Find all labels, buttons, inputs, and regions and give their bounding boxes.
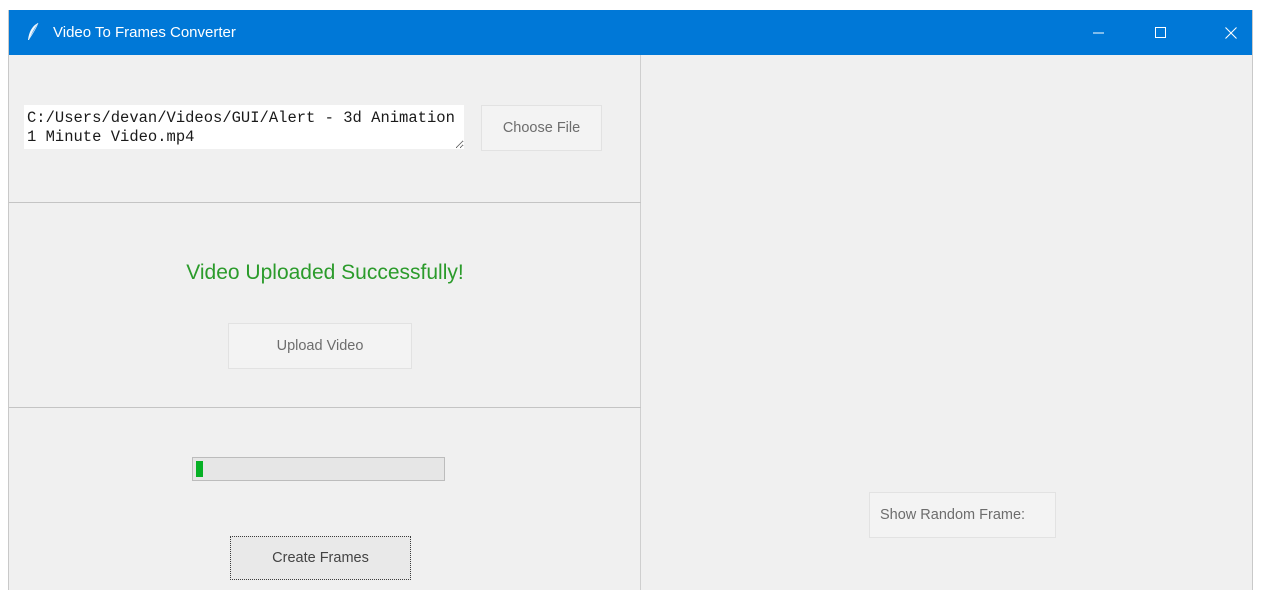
progress-bar [192, 457, 445, 481]
file-section: C:/Users/devan/Videos/GUI/Alert - 3d Ani… [9, 55, 641, 203]
app-window: Video To Frames Converter C:/Users/devan… [8, 10, 1253, 590]
minimize-button[interactable] [1075, 10, 1121, 55]
feather-icon [26, 22, 40, 42]
control-pane: C:/Users/devan/Videos/GUI/Alert - 3d Ani… [9, 55, 641, 590]
preview-pane: Show Random Frame: [642, 55, 1252, 590]
progress-fill [196, 461, 204, 477]
close-icon [1225, 26, 1237, 39]
maximize-icon [1154, 27, 1166, 38]
title-bar[interactable]: Video To Frames Converter [9, 10, 1252, 55]
upload-section: Video Uploaded Successfully! Upload Vide… [9, 204, 641, 408]
upload-video-button[interactable]: Upload Video [228, 323, 412, 369]
window-title: Video To Frames Converter [53, 24, 236, 41]
maximize-button[interactable] [1137, 10, 1183, 55]
close-button[interactable] [1208, 10, 1252, 55]
file-path-field[interactable]: C:/Users/devan/Videos/GUI/Alert - 3d Ani… [24, 105, 464, 149]
minimize-icon [1092, 27, 1104, 38]
frames-section: Create Frames [9, 409, 641, 590]
upload-status-text: Video Uploaded Successfully! [186, 261, 464, 284]
create-frames-button[interactable]: Create Frames [230, 536, 411, 580]
choose-file-button[interactable]: Choose File [481, 105, 602, 151]
show-random-frame-button[interactable]: Show Random Frame: [869, 492, 1056, 538]
